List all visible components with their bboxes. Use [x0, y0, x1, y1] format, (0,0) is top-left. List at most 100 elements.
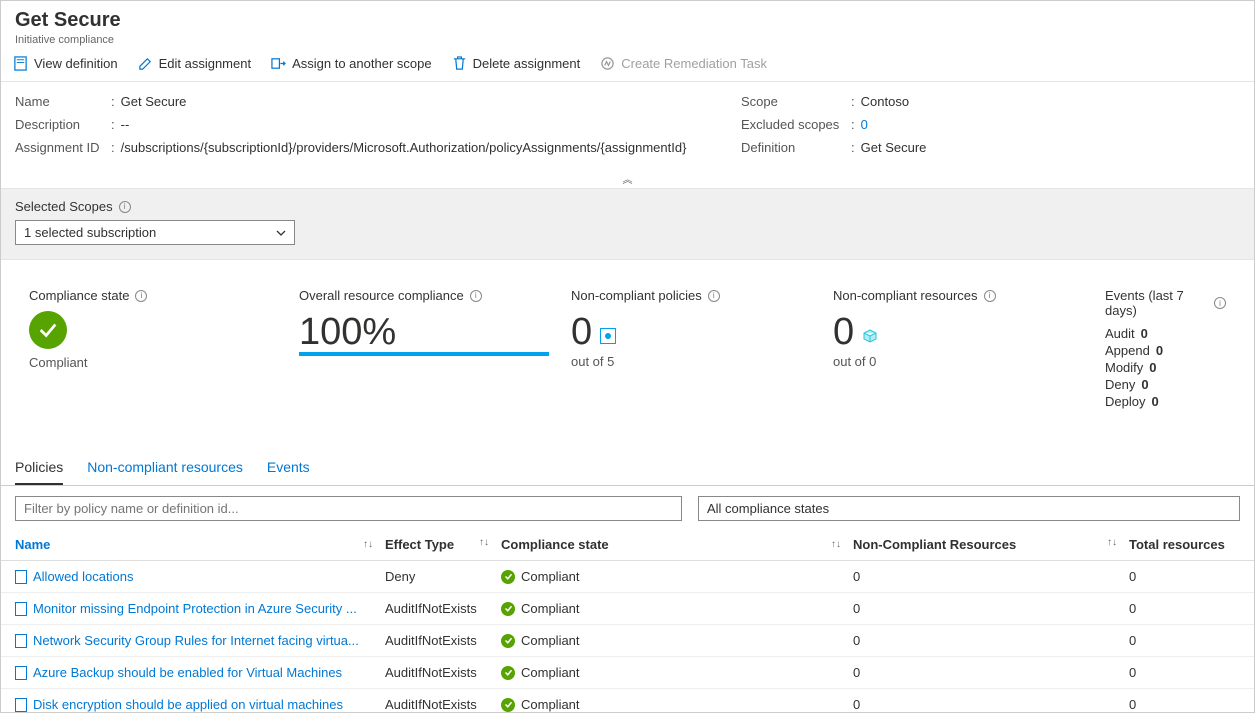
policy-icon: [15, 666, 27, 680]
scope-value: Contoso: [861, 94, 909, 109]
column-ncr[interactable]: Non-Compliant Resources↑↓: [853, 537, 1129, 552]
ncr-value: 0: [853, 697, 1129, 712]
compliant-check-icon: [501, 698, 515, 712]
selected-scopes-label: Selected Scopes: [15, 199, 113, 214]
name-value: Get Secure: [121, 94, 187, 109]
compliant-check-icon: [501, 602, 515, 616]
policy-name-link[interactable]: Allowed locations: [33, 569, 133, 584]
chevron-down-icon: [276, 230, 286, 236]
compliant-check-icon: [501, 666, 515, 680]
info-icon[interactable]: i: [708, 290, 720, 302]
ncr-value: 0: [853, 569, 1129, 584]
table-row[interactable]: Disk encryption should be applied on vir…: [1, 689, 1254, 713]
nc-resources-sub: out of 0: [833, 354, 1105, 369]
event-deny-value: 0: [1141, 377, 1148, 392]
tab-non-compliant-resources[interactable]: Non-compliant resources: [87, 451, 243, 485]
nc-policies-value: 0: [571, 311, 592, 354]
total-value: 0: [1129, 665, 1240, 680]
tab-events[interactable]: Events: [267, 451, 310, 485]
table-row[interactable]: Azure Backup should be enabled for Virtu…: [1, 657, 1254, 689]
tab-policies[interactable]: Policies: [15, 451, 63, 485]
column-total[interactable]: Total resources: [1129, 537, 1240, 552]
definition-value: Get Secure: [861, 140, 927, 155]
effect-value: Deny: [385, 569, 501, 584]
policy-icon: [600, 328, 616, 344]
assignment-id-value: /subscriptions/{subscriptionId}/provider…: [121, 140, 687, 155]
policy-icon: [15, 570, 27, 584]
event-modify-label: Modify: [1105, 360, 1143, 375]
sort-icon: ↑↓: [1107, 537, 1117, 552]
trash-icon: [452, 56, 467, 71]
event-audit-value: 0: [1141, 326, 1148, 341]
delete-assignment-button[interactable]: Delete assignment: [452, 56, 581, 71]
event-deploy-label: Deploy: [1105, 394, 1145, 409]
overall-compliance-label: Overall resource compliance: [299, 288, 464, 303]
compliant-check-icon: [501, 570, 515, 584]
event-deny-label: Deny: [1105, 377, 1135, 392]
page-subtitle: Initiative compliance: [15, 34, 1240, 46]
compliance-state-filter[interactable]: All compliance states: [698, 496, 1240, 521]
column-name[interactable]: Name↑↓: [15, 537, 385, 552]
info-icon[interactable]: i: [984, 290, 996, 302]
info-icon[interactable]: i: [1214, 297, 1226, 309]
event-modify-value: 0: [1149, 360, 1156, 375]
event-audit-label: Audit: [1105, 326, 1135, 341]
info-icon[interactable]: i: [470, 290, 482, 302]
button-label: Delete assignment: [473, 56, 581, 71]
view-definition-button[interactable]: View definition: [13, 56, 118, 71]
collapse-handle[interactable]: ︽: [1, 171, 1254, 188]
effect-value: AuditIfNotExists: [385, 665, 501, 680]
info-icon[interactable]: i: [135, 290, 147, 302]
scope-dropdown[interactable]: 1 selected subscription: [15, 220, 295, 245]
dropdown-value: 1 selected subscription: [24, 225, 156, 240]
edit-assignment-button[interactable]: Edit assignment: [138, 56, 252, 71]
excluded-scopes-value[interactable]: 0: [861, 117, 868, 132]
definition-label: Definition: [741, 140, 851, 155]
compliance-state-label: Compliance state: [29, 288, 129, 303]
table-row[interactable]: Monitor missing Endpoint Protection in A…: [1, 593, 1254, 625]
compliant-check-icon: [501, 634, 515, 648]
name-label: Name: [15, 94, 111, 109]
ncr-value: 0: [853, 601, 1129, 616]
assign-icon: [271, 56, 286, 71]
description-label: Description: [15, 117, 111, 132]
compliance-state-value: Compliant: [29, 355, 299, 370]
policy-icon: [15, 634, 27, 648]
state-value: Compliant: [521, 633, 580, 648]
button-label: Edit assignment: [159, 56, 252, 71]
policy-name-link[interactable]: Monitor missing Endpoint Protection in A…: [33, 601, 357, 616]
excluded-scopes-label: Excluded scopes: [741, 117, 851, 132]
sort-icon: ↑↓: [363, 539, 373, 550]
policy-filter-input[interactable]: [15, 496, 682, 521]
nc-policies-label: Non-compliant policies: [571, 288, 702, 303]
events-label: Events (last 7 days): [1105, 288, 1208, 318]
policy-icon: [15, 698, 27, 712]
policy-icon: [15, 602, 27, 616]
effect-value: AuditIfNotExists: [385, 633, 501, 648]
total-value: 0: [1129, 569, 1240, 584]
total-value: 0: [1129, 601, 1240, 616]
policy-name-link[interactable]: Network Security Group Rules for Interne…: [33, 633, 359, 648]
policy-name-link[interactable]: Azure Backup should be enabled for Virtu…: [33, 665, 342, 680]
state-value: Compliant: [521, 601, 580, 616]
nc-resources-value: 0: [833, 311, 854, 354]
ncr-value: 0: [853, 633, 1129, 648]
document-icon: [13, 56, 28, 71]
create-remediation-button: Create Remediation Task: [600, 56, 767, 71]
column-effect[interactable]: Effect Type↑↓: [385, 537, 501, 552]
policy-name-link[interactable]: Disk encryption should be applied on vir…: [33, 697, 343, 712]
table-row[interactable]: Network Security Group Rules for Interne…: [1, 625, 1254, 657]
table-row[interactable]: Allowed locations Deny Compliant 0 0: [1, 561, 1254, 593]
info-icon[interactable]: i: [119, 201, 131, 213]
compliant-check-icon: [29, 311, 67, 349]
column-compliance-state[interactable]: Compliance state↑↓: [501, 537, 853, 552]
pencil-icon: [138, 56, 153, 71]
sort-icon: ↑↓: [831, 539, 841, 550]
button-label: View definition: [34, 56, 118, 71]
cube-icon: [862, 328, 878, 344]
overall-compliance-value: 100%: [299, 311, 571, 354]
event-append-value: 0: [1156, 343, 1163, 358]
page-title: Get Secure: [15, 9, 1240, 32]
assign-scope-button[interactable]: Assign to another scope: [271, 56, 431, 71]
nc-policies-sub: out of 5: [571, 354, 833, 369]
